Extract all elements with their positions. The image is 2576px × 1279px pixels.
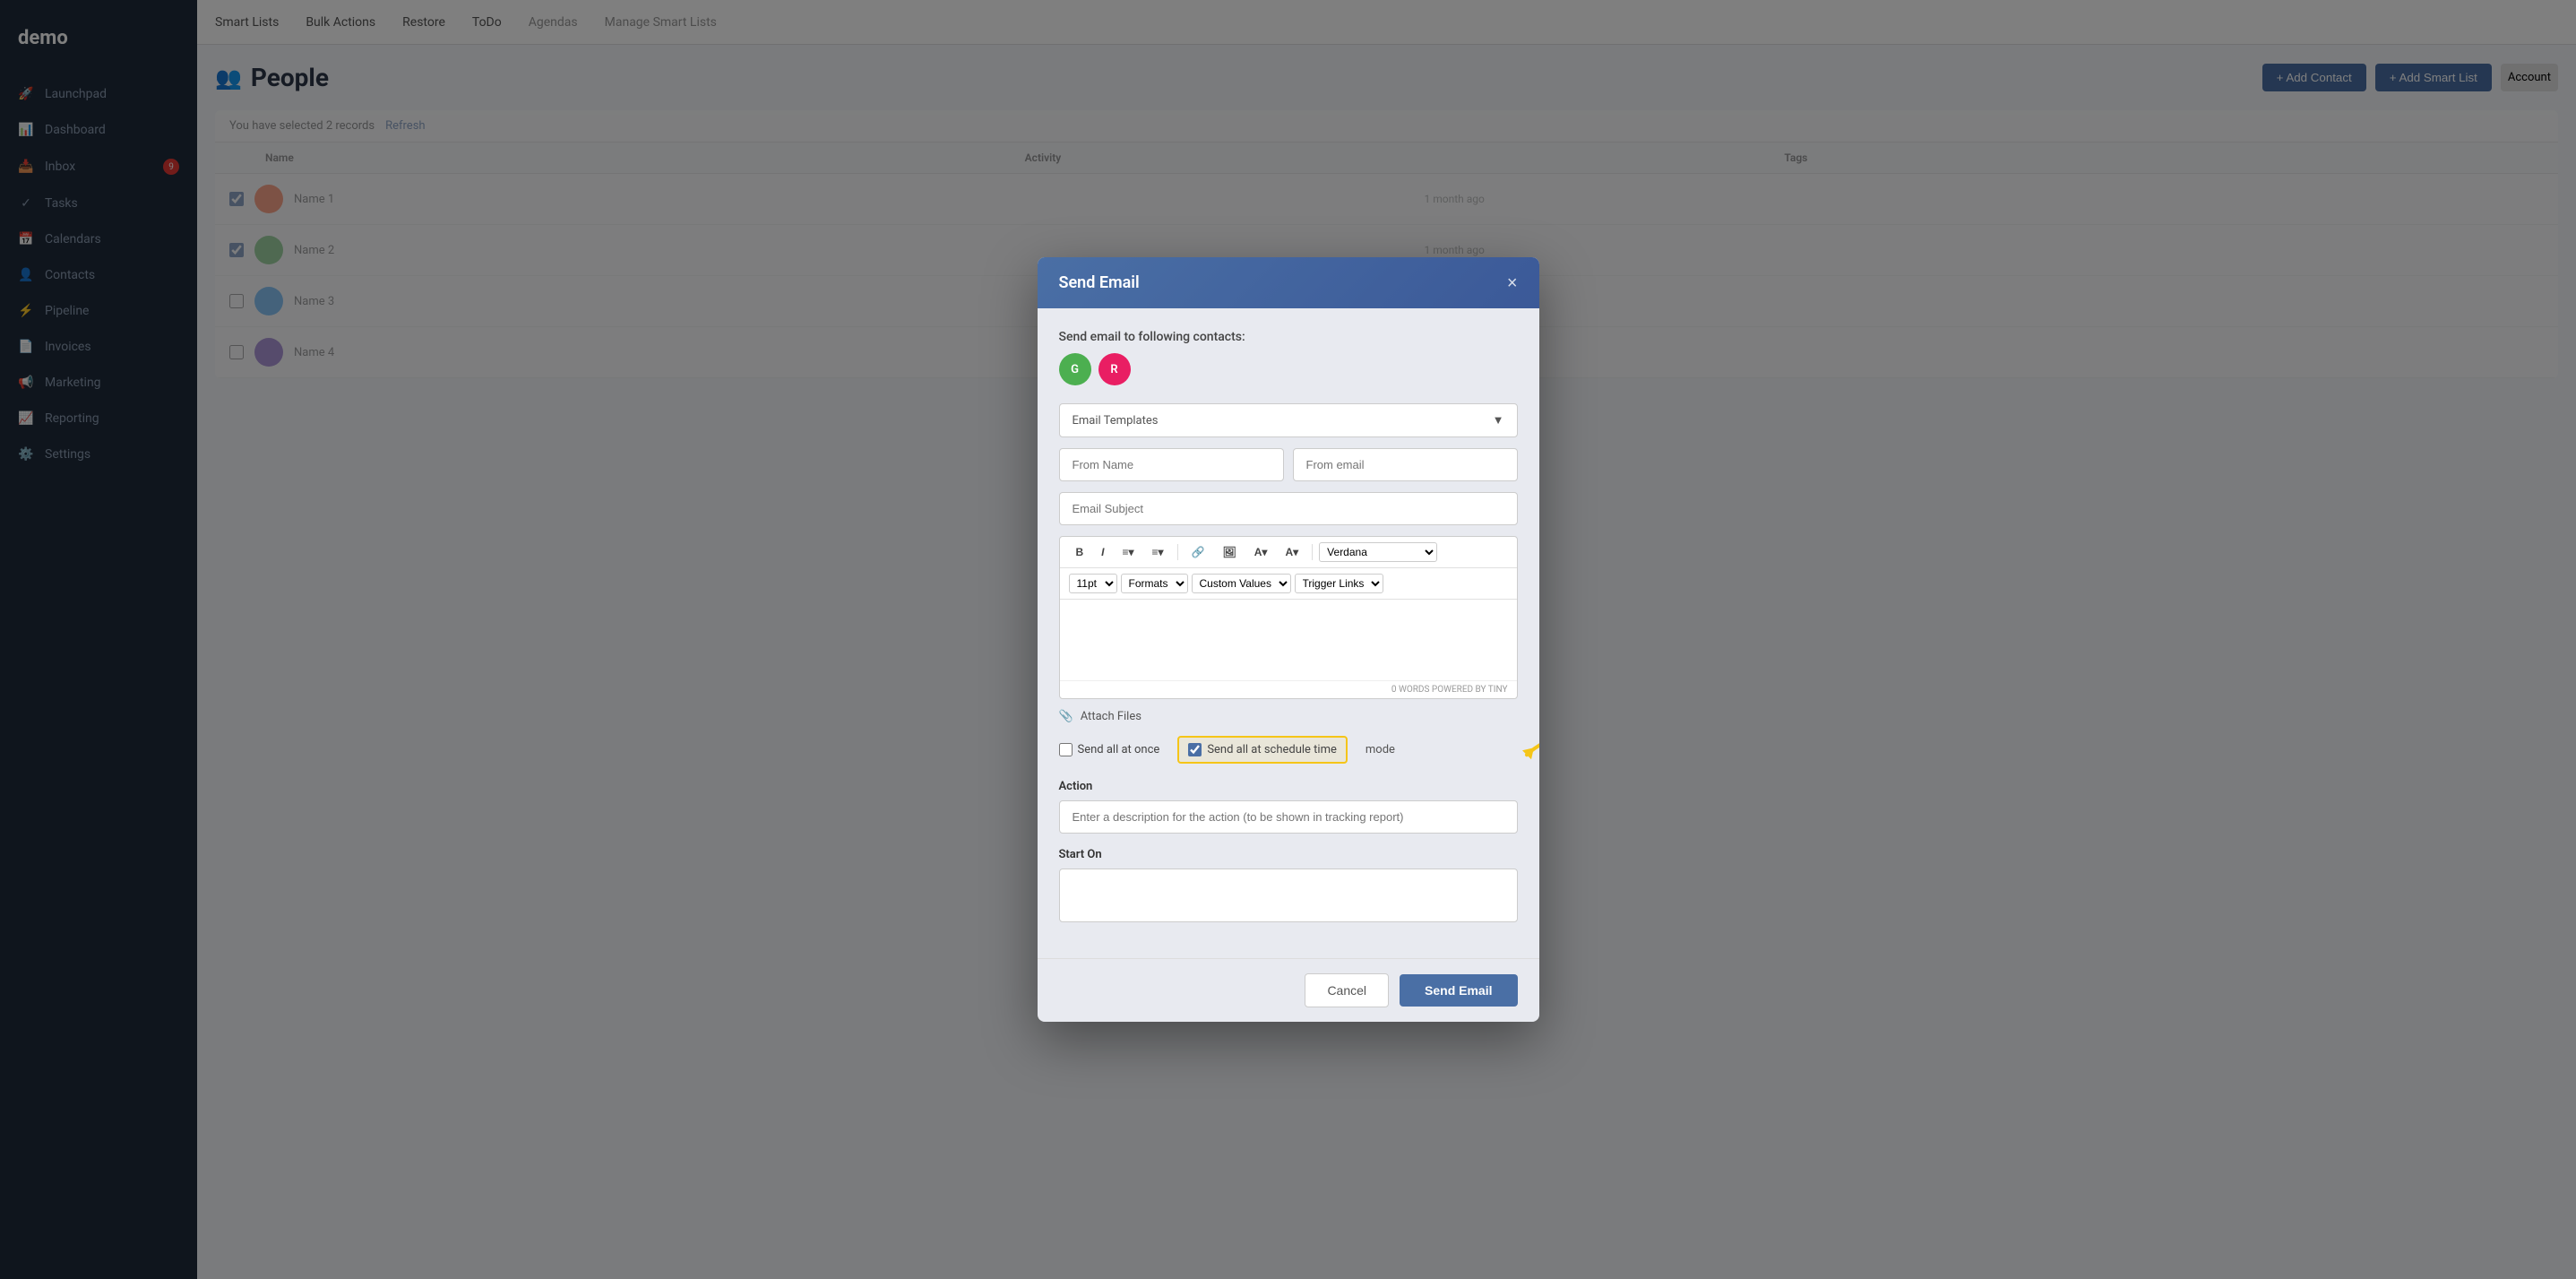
contact-avatar-r: R xyxy=(1098,353,1131,385)
email-body-content[interactable] xyxy=(1060,600,1517,680)
italic-button[interactable]: I xyxy=(1094,542,1111,562)
send-all-at-once-option[interactable]: Send all at once xyxy=(1059,743,1160,756)
modal-title: Send Email xyxy=(1059,273,1140,292)
send-all-at-once-checkbox[interactable] xyxy=(1059,743,1073,756)
from-fields-row xyxy=(1059,448,1518,481)
contacts-label: Send email to following contacts: xyxy=(1059,330,1518,344)
font-family-select[interactable]: Verdana Arial Times New Roman xyxy=(1319,542,1437,562)
from-name-input[interactable] xyxy=(1059,448,1284,481)
editor-toolbar-formatting: B I ≡▾ ≡▾ 🔗 🖼 A▾ A▾ Verdana Arial Times … xyxy=(1060,537,1517,568)
ordered-list-button[interactable]: ≡▾ xyxy=(1145,542,1171,562)
send-at-schedule-label: Send all at schedule time xyxy=(1207,743,1337,756)
contact-avatar-g: G xyxy=(1059,353,1091,385)
start-on-label: Start On xyxy=(1059,848,1518,861)
arrow-annotation xyxy=(1518,710,1539,767)
drip-mode-label: mode xyxy=(1366,743,1395,756)
send-at-schedule-option[interactable]: Send all at schedule time xyxy=(1177,736,1348,764)
unordered-list-button[interactable]: ≡▾ xyxy=(1116,542,1142,562)
modal-body: Send email to following contacts: G R Em… xyxy=(1038,308,1539,958)
bold-button[interactable]: B xyxy=(1069,542,1091,562)
email-subject-input[interactable] xyxy=(1059,492,1518,525)
action-description-input[interactable] xyxy=(1059,800,1518,834)
chevron-down-icon: ▼ xyxy=(1493,413,1504,428)
modal-header: Send Email × xyxy=(1038,257,1539,308)
trigger-links-select[interactable]: Trigger Links xyxy=(1295,574,1383,593)
toolbar-divider xyxy=(1177,544,1178,560)
start-on-date-picker[interactable] xyxy=(1059,869,1518,922)
send-email-button[interactable]: Send Email xyxy=(1400,974,1517,1007)
action-section: Action xyxy=(1059,780,1518,834)
send-all-at-once-label: Send all at once xyxy=(1078,743,1160,756)
from-email-input[interactable] xyxy=(1293,448,1518,481)
email-subject-group xyxy=(1059,492,1518,525)
email-template-dropdown[interactable]: Email Templates ▼ xyxy=(1059,403,1518,437)
link-button[interactable]: 🔗 xyxy=(1185,542,1212,562)
cancel-button[interactable]: Cancel xyxy=(1305,973,1389,1007)
start-on-section: Start On xyxy=(1059,848,1518,922)
image-button[interactable]: 🖼 xyxy=(1216,542,1244,562)
editor-word-count: 0 WORDS POWERED BY TINY xyxy=(1060,680,1517,698)
send-at-schedule-checkbox[interactable] xyxy=(1188,743,1202,756)
toolbar-divider-2 xyxy=(1312,544,1313,560)
template-dropdown-group: Email Templates ▼ xyxy=(1059,403,1518,437)
attachment-icon: 📎 xyxy=(1059,710,1073,723)
send-email-modal: Send Email × Send email to following con… xyxy=(1038,257,1539,1022)
bg-color-button[interactable]: A▾ xyxy=(1278,542,1305,562)
text-color-button[interactable]: A▾ xyxy=(1247,542,1275,562)
email-body-editor: B I ≡▾ ≡▾ 🔗 🖼 A▾ A▾ Verdana Arial Times … xyxy=(1059,536,1518,699)
contacts-section: Send email to following contacts: G R xyxy=(1059,330,1518,385)
attach-files-label: Attach Files xyxy=(1081,710,1142,723)
font-size-select[interactable]: 11pt 12pt 14pt xyxy=(1069,574,1117,593)
send-options-row: Send all at once Send all at schedule ti… xyxy=(1059,736,1518,764)
action-section-label: Action xyxy=(1059,780,1518,793)
modal-footer: Cancel Send Email xyxy=(1038,958,1539,1022)
formats-select[interactable]: Formats xyxy=(1121,574,1188,593)
avatar-row: G R xyxy=(1059,353,1518,385)
modal-close-button[interactable]: × xyxy=(1507,274,1518,292)
modal-overlay: Send Email × Send email to following con… xyxy=(0,0,2576,1279)
attach-files-row: 📎 Attach Files xyxy=(1059,710,1518,723)
editor-toolbar-advanced: 11pt 12pt 14pt Formats Custom Values Tri… xyxy=(1060,568,1517,600)
custom-values-select[interactable]: Custom Values xyxy=(1192,574,1291,593)
